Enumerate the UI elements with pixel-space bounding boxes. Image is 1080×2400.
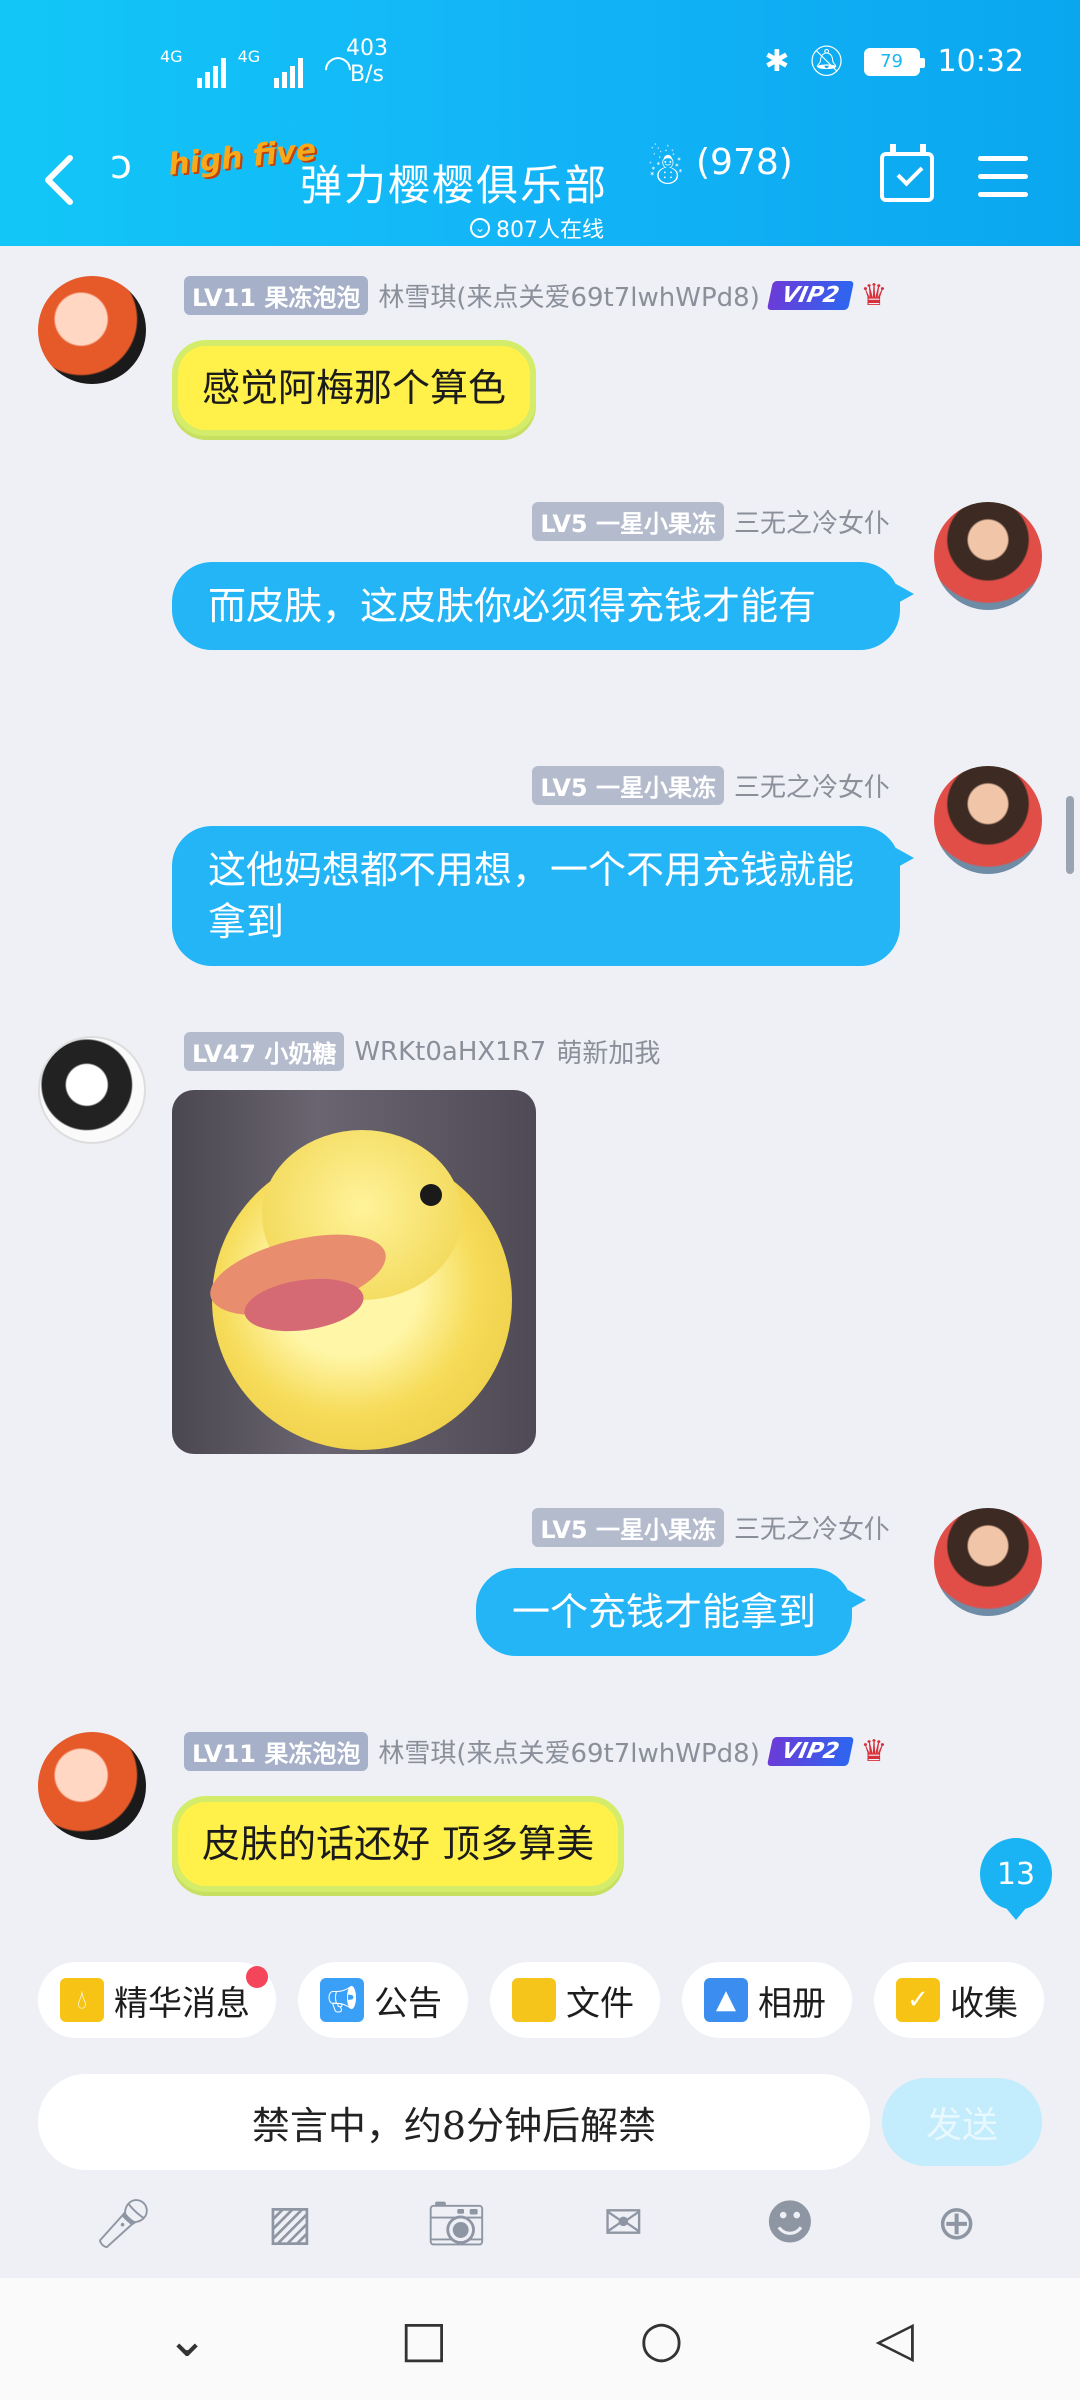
group-logo: high five	[166, 132, 318, 183]
network-speed: 403 B/s	[346, 36, 388, 88]
message-bubble[interactable]: 皮肤的话还好 顶多算美	[172, 1796, 625, 1892]
chip-essence[interactable]: 💧︎ 精华消息	[38, 1962, 276, 2038]
crown-icon: ♛	[860, 278, 888, 313]
bluetooth-icon: ✱	[764, 44, 790, 79]
message-bubble[interactable]: 一个充钱才能拿到	[476, 1568, 867, 1656]
message-bubble[interactable]: 感觉阿梅那个算色	[172, 340, 537, 436]
member-count[interactable]: (978)	[696, 142, 793, 183]
camera-icon[interactable]: 📷︎	[422, 2188, 492, 2258]
level-badge: LV5 一星小果冻	[532, 766, 724, 805]
sender-name[interactable]: 林雪琪(来点关爱69t7lwhWPd8)	[378, 1733, 760, 1770]
group-badge-icon: ☃	[646, 144, 686, 195]
chip-label: 精华消息	[114, 1983, 250, 2024]
scrollbar[interactable]	[1066, 796, 1074, 874]
message-input[interactable]: 禁言中，约8分钟后解禁	[38, 2074, 870, 2170]
group-title[interactable]: 弹力樱樱俱乐部	[300, 152, 608, 213]
checklist-icon: ✓	[896, 1978, 940, 2022]
sender-name[interactable]: 三无之冷女仆	[734, 767, 890, 804]
plus-icon[interactable]: ⊕	[922, 2188, 992, 2258]
level-badge: LV5 一星小果冻	[532, 502, 724, 541]
header: 4G 4G ◠ 403 B/s ✱ 🔕︎ 79 10:32 ↄ high fiv…	[0, 0, 1080, 246]
image-icon[interactable]: ▨	[255, 2188, 325, 2258]
new-message-badge[interactable]: 13	[980, 1838, 1052, 1920]
avatar[interactable]	[934, 502, 1042, 610]
battery-icon: 79	[863, 47, 925, 76]
level-badge: LV47 小奶糖	[184, 1032, 345, 1071]
network-type-1: 4G	[160, 47, 183, 66]
online-count[interactable]: ⌄ 807人在线	[470, 212, 604, 244]
message-bubble[interactable]: 而皮肤，这皮肤你必须得充钱才能有	[172, 562, 914, 650]
collapse-icon[interactable]: ⌄	[166, 2310, 208, 2368]
sender-name[interactable]: 三无之冷女仆	[734, 1509, 890, 1546]
member-tag: 萌新加我	[556, 1039, 661, 1069]
megaphone-icon: 📢︎	[320, 1978, 364, 2022]
calendar-check-icon[interactable]	[880, 144, 934, 202]
chat-nav: ↄ high five 弹力樱樱俱乐部 ☃ (978) ⌄ 807人在线	[0, 130, 1080, 243]
avatar[interactable]	[934, 1508, 1042, 1616]
chip-label: 文件	[566, 1983, 634, 2024]
notification-dot	[246, 1966, 268, 1988]
chip-files[interactable]: 文件	[490, 1962, 660, 2038]
message-meta: LV47 小奶糖 WRKt0aHX1R7 萌新加我	[184, 1032, 660, 1071]
red-packet-icon[interactable]: ✉	[588, 2188, 658, 2258]
avatar[interactable]	[934, 766, 1042, 874]
system-nav-bar: ⌄ □ ○ ◁	[0, 2278, 1080, 2400]
level-badge: LV11 果冻泡泡	[184, 1732, 369, 1771]
vip-badge: VIP2	[766, 281, 854, 310]
message-meta: LV5 一星小果冻 三无之冷女仆	[532, 502, 890, 541]
avatar[interactable]	[38, 1732, 146, 1840]
ear-icon[interactable]: ↄ	[110, 142, 132, 188]
message-meta: LV11 果冻泡泡 林雪琪(来点关爱69t7lwhWPd8) VIP2 ♛	[184, 276, 887, 315]
mic-icon[interactable]: 🎤︎	[88, 2188, 158, 2258]
sender-name[interactable]: 三无之冷女仆	[734, 503, 890, 540]
back-icon[interactable]	[40, 150, 80, 210]
sender-name[interactable]: WRKt0aHX1R7	[354, 1037, 546, 1067]
online-text: 807人在线	[496, 218, 604, 243]
network-type-2: 4G	[237, 47, 261, 66]
message-bubble[interactable]: 这他妈想都不用想，一个不用充钱就能拿到	[172, 826, 914, 966]
chip-label: 收集	[950, 1983, 1018, 2024]
signal-icon	[196, 56, 226, 88]
signal-group: 4G 4G ◠	[160, 47, 353, 88]
chip-collect[interactable]: ✓ 收集	[874, 1962, 1044, 2038]
speed-value: 403	[346, 36, 388, 61]
status-bar: 4G 4G ◠ 403 B/s ✱ 🔕︎ 79 10:32	[0, 36, 1080, 100]
message-meta: LV11 果冻泡泡 林雪琪(来点关爱69t7lwhWPd8) VIP2 ♛	[184, 1732, 887, 1771]
level-badge: LV11 果冻泡泡	[184, 276, 369, 315]
vip-badge: VIP2	[766, 1737, 854, 1766]
photo-icon: ▲	[704, 1978, 748, 2022]
back-nav-icon[interactable]: ◁	[875, 2310, 913, 2368]
droplet-icon: 💧︎	[60, 1978, 104, 2022]
chip-label: 相册	[758, 1983, 826, 2024]
duck-image[interactable]	[172, 1090, 536, 1454]
duck-eye	[420, 1184, 442, 1206]
input-toolbar: 🎤︎ ▨ 📷︎ ✉ ☻ ⊕	[0, 2188, 1080, 2258]
status-right: ✱ 🔕︎ 79 10:32	[764, 44, 1024, 79]
send-button[interactable]: 发送	[882, 2078, 1042, 2166]
message-meta: LV5 一星小果冻 三无之冷女仆	[532, 1508, 890, 1547]
folder-icon	[512, 1978, 556, 2022]
chip-label: 公告	[374, 1983, 442, 2024]
mute-icon: 🔕︎	[807, 44, 846, 79]
chip-album[interactable]: ▲ 相册	[682, 1962, 852, 2038]
avatar[interactable]	[38, 1036, 146, 1144]
chevron-down-icon: ⌄	[470, 218, 490, 238]
crown-icon: ♛	[860, 1734, 888, 1769]
sender-name[interactable]: 林雪琪(来点关爱69t7lwhWPd8)	[378, 277, 760, 314]
home-icon[interactable]: ○	[640, 2310, 684, 2368]
signal-icon-2	[274, 56, 304, 88]
speed-unit: B/s	[350, 62, 384, 87]
avatar[interactable]	[38, 276, 146, 384]
clock: 10:32	[937, 44, 1024, 79]
menu-icon[interactable]	[978, 156, 1028, 200]
chip-announcement[interactable]: 📢︎ 公告	[298, 1962, 468, 2038]
shortcut-bar: 💧︎ 精华消息 📢︎ 公告 文件 ▲ 相册 ✓ 收集	[38, 1962, 1044, 2038]
message-meta: LV5 一星小果冻 三无之冷女仆	[532, 766, 890, 805]
emoji-icon[interactable]: ☻	[755, 2188, 825, 2258]
recents-icon[interactable]: □	[400, 2310, 447, 2368]
level-badge: LV5 一星小果冻	[532, 1508, 724, 1547]
